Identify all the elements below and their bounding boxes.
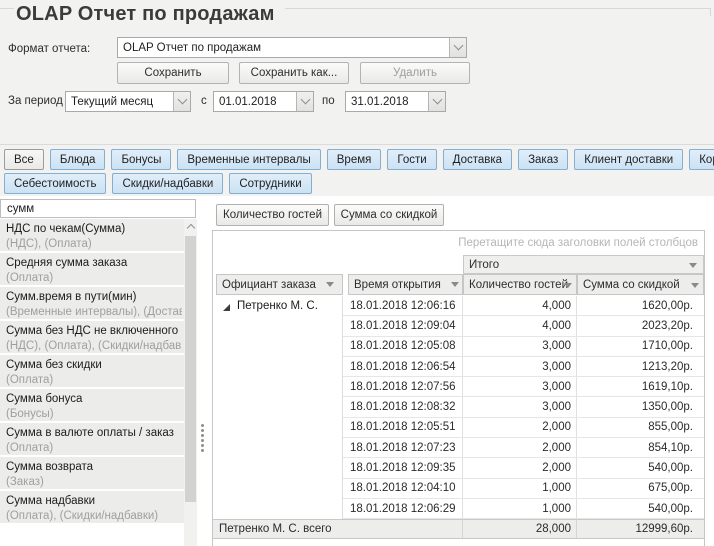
total-label: Петренко М. С. всего bbox=[213, 520, 463, 538]
list-item[interactable]: Сумма надбавки (Оплата), (Скидки/надбавк… bbox=[0, 491, 197, 525]
table-row[interactable]: 18.01.2018 12:08:323,0001350,00р. bbox=[343, 397, 704, 417]
tab-order[interactable]: Заказ bbox=[518, 149, 568, 170]
report-format-select[interactable]: OLAP Отчет по продажам bbox=[117, 37, 467, 58]
grid-rows: 18.01.2018 12:06:164,0001620,00р. 18.01.… bbox=[343, 296, 704, 519]
column-header-discounted-sum[interactable]: Сумма со скидкой bbox=[577, 274, 704, 295]
group-total-row: Петренко М. С. всего 28,000 12999,60р. bbox=[213, 519, 704, 539]
total-guest-count: 28,000 bbox=[463, 520, 577, 538]
column-header-waiter[interactable]: Официант заказа bbox=[216, 274, 343, 295]
title-border-left bbox=[0, 8, 14, 9]
section-divider bbox=[0, 144, 714, 145]
report-format-label: Формат отчета: bbox=[8, 43, 90, 55]
chevron-down-icon bbox=[177, 95, 187, 105]
filter-arrow-icon[interactable] bbox=[451, 282, 459, 287]
category-tabs-row-2: Себестоимость Скидки/надбавки Сотрудники bbox=[4, 173, 714, 194]
tab-bonuses[interactable]: Бонусы bbox=[111, 149, 171, 170]
band-header-total[interactable]: Итого bbox=[463, 255, 704, 274]
tab-corporation[interactable]: Корпорация bbox=[689, 149, 714, 170]
tab-employees[interactable]: Сотрудники bbox=[229, 173, 311, 194]
list-item[interactable]: Средняя сумма заказа (Оплата) bbox=[0, 253, 197, 287]
list-item[interactable]: Сумм.время в пути(мин) (Временные интерв… bbox=[0, 287, 197, 321]
list-item[interactable]: Сумма без скидки (Оплата) bbox=[0, 355, 197, 389]
table-row[interactable]: 18.01.2018 12:09:352,000540,00р. bbox=[343, 458, 704, 478]
table-row[interactable]: 18.01.2018 12:06:291,000540,00р. bbox=[343, 499, 704, 519]
page-title: OLAP Отчет по продажам bbox=[14, 0, 285, 26]
category-filter-tabs: Все Блюда Бонусы Временные интервалы Вре… bbox=[4, 149, 714, 195]
tab-delivery[interactable]: Доставка bbox=[443, 149, 512, 170]
column-drag-hint: Перетащите сюда заголовки полей столбцов bbox=[458, 237, 698, 249]
scroll-up-button[interactable] bbox=[184, 219, 197, 234]
pivot-grid-panel: Количество гостей Сумма со скидкой Перет… bbox=[212, 196, 714, 546]
list-item[interactable]: Сумма бонуса (Бонусы) bbox=[0, 389, 197, 423]
table-row[interactable]: 18.01.2018 12:07:563,0001619,10р. bbox=[343, 377, 704, 397]
save-as-button[interactable]: Сохранить как... bbox=[239, 62, 349, 84]
date-from-picker[interactable]: 01.01.2018 bbox=[213, 91, 314, 112]
table-row[interactable]: 18.01.2018 12:06:543,0001213,20р. bbox=[343, 357, 704, 377]
table-row[interactable]: 18.01.2018 12:05:083,0001710,00р. bbox=[343, 337, 704, 357]
group-cell-waiter[interactable]: Петренко М. С. bbox=[213, 296, 343, 519]
pivot-grid: Перетащите сюда заголовки полей столбцов… bbox=[212, 230, 705, 546]
list-item[interactable]: Сумма возврата (Заказ) bbox=[0, 457, 197, 491]
table-row[interactable]: 18.01.2018 12:09:044,0002023,20р. bbox=[343, 316, 704, 336]
scrollbar-thumb[interactable] bbox=[185, 236, 196, 502]
list-item[interactable]: НДС по чекам(Сумма) (НДС), (Оплата) bbox=[0, 219, 197, 253]
table-row[interactable]: 18.01.2018 12:06:164,0001620,00р. bbox=[343, 296, 704, 316]
table-row[interactable]: 18.01.2018 12:05:512,000855,00р. bbox=[343, 418, 704, 438]
tab-time[interactable]: Время bbox=[327, 149, 382, 170]
measure-search-input[interactable] bbox=[0, 199, 196, 218]
chevron-up-icon bbox=[186, 224, 194, 232]
dropdown-button[interactable] bbox=[296, 92, 313, 111]
list-item[interactable]: Сумма без НДС не включенного в счет (НДС… bbox=[0, 321, 197, 355]
tab-discounts[interactable]: Скидки/надбавки bbox=[112, 173, 223, 194]
report-settings-panel: OLAP Отчет по продажам Формат отчета: OL… bbox=[0, 0, 714, 196]
tab-delivery-client[interactable]: Клиент доставки bbox=[574, 149, 683, 170]
report-workspace: НДС по чекам(Сумма) (НДС), (Оплата) Сред… bbox=[0, 196, 714, 546]
sidebar-scrollbar[interactable] bbox=[184, 219, 197, 546]
chevron-down-icon bbox=[432, 95, 442, 105]
tab-dishes[interactable]: Блюда bbox=[50, 149, 106, 170]
column-header-guest-count[interactable]: Количество гостей bbox=[463, 274, 577, 295]
filter-arrow-icon[interactable] bbox=[326, 282, 334, 287]
date-to-picker[interactable]: 31.01.2018 bbox=[345, 91, 446, 112]
period-label: За период bbox=[8, 95, 63, 107]
from-label: с bbox=[201, 95, 207, 107]
date-to-value: 31.01.2018 bbox=[346, 92, 428, 111]
delete-button[interactable]: Удалить bbox=[360, 62, 470, 84]
total-discounted-sum: 12999,60р. bbox=[577, 520, 704, 538]
chevron-down-icon bbox=[453, 41, 463, 51]
tab-all[interactable]: Все bbox=[4, 149, 44, 170]
list-item[interactable]: Сумма в валюте оплаты / заказ (Оплата) bbox=[0, 423, 197, 457]
dropdown-arrow-icon[interactable] bbox=[689, 263, 697, 268]
dropdown-button[interactable] bbox=[428, 92, 445, 111]
title-border-right bbox=[285, 8, 711, 9]
expand-collapse-icon[interactable] bbox=[222, 303, 231, 312]
measures-sidebar: НДС по чекам(Сумма) (НДС), (Оплата) Сред… bbox=[0, 196, 197, 546]
period-preset-value: Текущий месяц bbox=[66, 92, 173, 111]
splitter-handle[interactable] bbox=[201, 424, 204, 452]
tab-guests[interactable]: Гости bbox=[387, 149, 436, 170]
dropdown-button[interactable] bbox=[173, 92, 190, 111]
save-button[interactable]: Сохранить bbox=[117, 62, 229, 84]
chevron-down-icon bbox=[300, 95, 310, 105]
table-row[interactable]: 18.01.2018 12:04:101,000675,00р. bbox=[343, 479, 704, 499]
tab-cost-price[interactable]: Себестоимость bbox=[4, 173, 106, 194]
column-header-open-time[interactable]: Время открытия bbox=[348, 274, 463, 295]
measure-chip-guests[interactable]: Количество гостей bbox=[216, 204, 329, 226]
filter-arrow-icon[interactable] bbox=[691, 283, 699, 288]
measures-list: НДС по чекам(Сумма) (НДС), (Оплата) Сред… bbox=[0, 219, 197, 546]
title-row: OLAP Отчет по продажам bbox=[0, 0, 711, 26]
measure-chip-sum[interactable]: Сумма со скидкой bbox=[334, 204, 444, 226]
date-from-value: 01.01.2018 bbox=[214, 92, 296, 111]
tab-time-intervals[interactable]: Временные интервалы bbox=[177, 149, 320, 170]
period-preset-select[interactable]: Текущий месяц bbox=[65, 91, 191, 112]
table-row[interactable]: 18.01.2018 12:07:232,000854,10р. bbox=[343, 438, 704, 458]
report-format-value: OLAP Отчет по продажам bbox=[118, 38, 449, 57]
filter-arrow-icon[interactable] bbox=[564, 283, 572, 288]
to-label: по bbox=[322, 95, 335, 107]
dropdown-button[interactable] bbox=[449, 38, 466, 57]
category-tabs-row-1: Все Блюда Бонусы Временные интервалы Вре… bbox=[4, 149, 714, 170]
